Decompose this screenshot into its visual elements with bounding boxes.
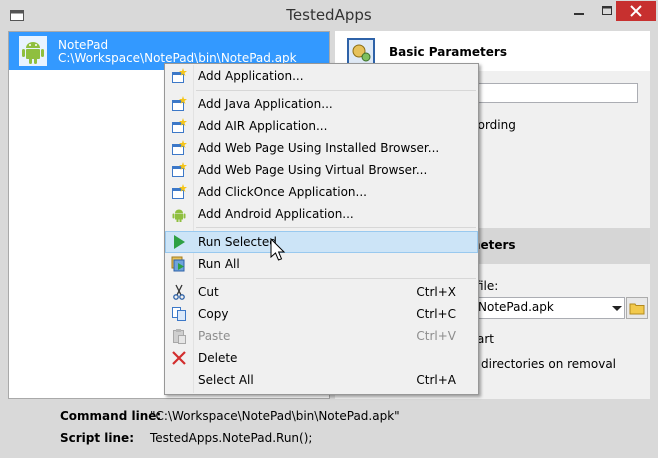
- menu-item-run-all[interactable]: Run All: [165, 253, 478, 275]
- menu-item-add-android-application[interactable]: Add Android Application...: [165, 203, 478, 225]
- menu-item-shortcut: Ctrl+V: [416, 329, 456, 343]
- menu-item-label: Add Application...: [198, 69, 304, 83]
- menu-item-add-clickonce-application[interactable]: Add ClickOnce Application...: [165, 181, 478, 203]
- apk-file-value: NotePad.apk: [478, 300, 554, 314]
- close-button[interactable]: [616, 1, 656, 21]
- menu-item-shortcut: Ctrl+C: [416, 307, 456, 321]
- command-line-value: "C:\Workspace\NotePad\bin\NotePad.apk": [150, 409, 400, 423]
- menu-item-cut[interactable]: Cut Ctrl+X: [165, 281, 478, 303]
- menu-item-label: Copy: [198, 307, 229, 321]
- menu-item-label: Cut: [198, 285, 219, 299]
- paste-icon: [173, 329, 186, 344]
- close-icon: [630, 5, 642, 17]
- menu-item-add-application[interactable]: Add Application...: [165, 65, 478, 87]
- minimize-icon[interactable]: [564, 0, 594, 22]
- menu-item-label: Add Web Page Using Installed Browser...: [198, 141, 440, 155]
- menu-item-label: Add Web Page Using Virtual Browser...: [198, 163, 428, 177]
- menu-item-add-java-application[interactable]: Add Java Application...: [165, 93, 478, 115]
- menu-item-copy[interactable]: Copy Ctrl+C: [165, 303, 478, 325]
- file-label: file:: [476, 279, 499, 293]
- android-icon: [19, 36, 47, 66]
- menu-item-label: Add Android Application...: [198, 207, 354, 221]
- add-app-icon: [172, 68, 187, 83]
- window-title: TestedApps: [286, 6, 372, 24]
- menu-item-label: Delete: [198, 351, 238, 365]
- run-icon: [174, 235, 185, 249]
- text-field[interactable]: [470, 83, 638, 103]
- menu-item-add-air-application[interactable]: Add AIR Application...: [165, 115, 478, 137]
- autostart-checkbox-label: art: [477, 332, 494, 346]
- chevron-down-icon[interactable]: [609, 298, 625, 318]
- folder-icon: [629, 303, 645, 315]
- basic-parameters-title: Basic Parameters: [389, 45, 507, 59]
- menu-separator: [196, 227, 476, 228]
- menu-item-label: Add Java Application...: [198, 97, 333, 111]
- run-all-icon: [171, 256, 185, 272]
- menu-item-label: Add AIR Application...: [198, 119, 328, 133]
- menu-item-add-web-page-virtual-browser[interactable]: Add Web Page Using Virtual Browser...: [165, 159, 478, 181]
- delete-icon: [172, 351, 186, 365]
- removal-checkbox-label: directories on removal: [481, 357, 616, 371]
- menu-item-run-selected[interactable]: Run Selected: [165, 231, 478, 253]
- command-line-label: Command line:: [60, 409, 162, 423]
- add-app-icon: [172, 140, 187, 155]
- add-app-icon: [172, 184, 187, 199]
- menu-separator: [196, 278, 476, 279]
- menu-item-shortcut: Ctrl+A: [416, 373, 456, 387]
- window-icon: [10, 10, 24, 21]
- parameters-icon: [347, 38, 375, 66]
- mouse-cursor-icon: [270, 238, 286, 261]
- menu-item-label: Run All: [198, 257, 240, 271]
- menu-item-delete[interactable]: Delete: [165, 347, 478, 369]
- script-line-value: TestedApps.NotePad.Run();: [150, 431, 313, 445]
- menu-item-label: Paste: [198, 329, 231, 343]
- android-icon: [172, 209, 186, 222]
- menu-item-paste[interactable]: Paste Ctrl+V: [165, 325, 478, 347]
- add-app-icon: [172, 118, 187, 133]
- menu-item-label: Run Selected: [198, 235, 277, 249]
- menu-item-add-web-page-installed-browser[interactable]: Add Web Page Using Installed Browser...: [165, 137, 478, 159]
- menu-item-select-all[interactable]: Select All Ctrl+A: [165, 369, 478, 391]
- menu-item-label: Add ClickOnce Application...: [198, 185, 367, 199]
- add-app-icon: [172, 96, 187, 111]
- browse-button[interactable]: [626, 297, 648, 319]
- menu-separator: [196, 90, 476, 91]
- script-line-label: Script line:: [60, 431, 134, 445]
- copy-icon: [172, 307, 186, 321]
- cut-icon: [173, 284, 185, 300]
- app-name: NotePad: [58, 38, 109, 52]
- menu-item-label: Select All: [198, 373, 254, 387]
- add-app-icon: [172, 162, 187, 177]
- menu-item-shortcut: Ctrl+X: [416, 285, 456, 299]
